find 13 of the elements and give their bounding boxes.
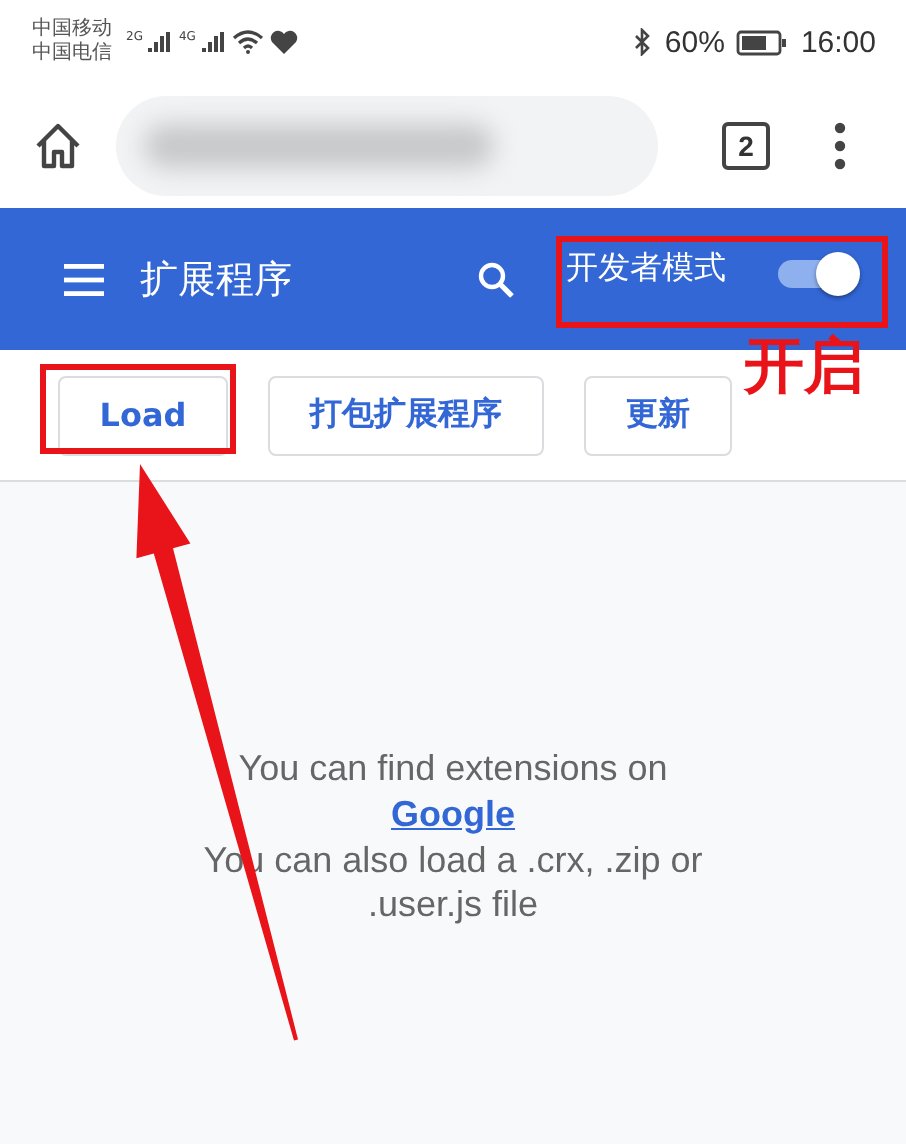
annotation-label: 开启 <box>744 332 864 404</box>
google-link[interactable]: Google <box>391 790 515 838</box>
battery-percent: 60% <box>664 25 725 59</box>
page-title: 扩展程序 <box>140 255 292 305</box>
clock: 16:00 <box>800 25 876 59</box>
tab-count-button[interactable]: 2 <box>722 122 770 170</box>
action-button[interactable]: Load <box>58 375 228 455</box>
carrier-name: 中国移动 <box>32 18 112 41</box>
carrier-name: 中国电信 <box>32 42 112 66</box>
action-button[interactable]: 更新 <box>584 375 732 455</box>
empty-message: You can find extensions on <box>238 746 668 790</box>
developer-mode-label: 开发者模式 <box>566 248 726 290</box>
action-button[interactable]: 打包扩展程序 <box>268 375 544 455</box>
